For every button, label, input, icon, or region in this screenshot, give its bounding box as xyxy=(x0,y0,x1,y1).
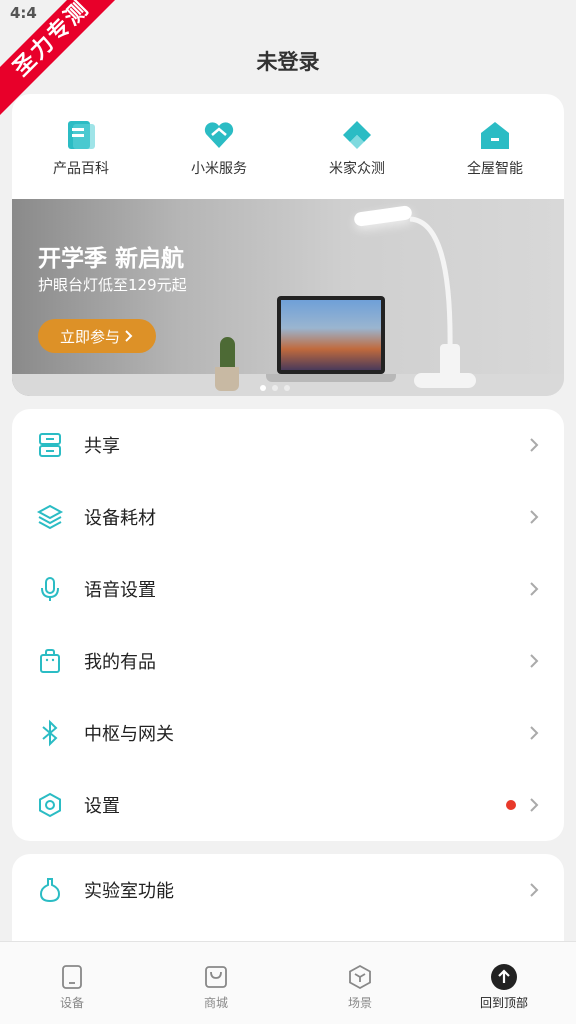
bottom-tab-bar: 设备 商城 场景 回到顶部 xyxy=(0,941,576,1024)
diamond-icon xyxy=(343,121,371,149)
tab-label: 场景 xyxy=(347,996,372,1010)
menu-item-label: 中枢与网关 xyxy=(84,724,174,745)
join-now-label: 立即参与 xyxy=(59,327,120,346)
heart-icon xyxy=(204,122,234,148)
chevron-right-icon xyxy=(530,726,539,740)
menu-item-consumables[interactable]: 设备耗材 xyxy=(12,481,564,553)
menu-item-share[interactable]: 共享 xyxy=(12,409,564,481)
status-time: 4:4 xyxy=(10,4,37,22)
laptop-base-image xyxy=(266,374,396,382)
menu-item-label: 设置 xyxy=(84,796,120,817)
settings-hexagon-icon xyxy=(39,792,61,818)
quick-link-label: 小米服务 xyxy=(191,161,247,177)
home-icon xyxy=(481,122,509,149)
plant-pot-image xyxy=(215,367,239,391)
quick-link-product-wiki[interactable]: 产品百科 xyxy=(12,118,150,199)
quick-link-mijia-test[interactable]: 米家众测 xyxy=(288,118,426,199)
chevron-right-icon xyxy=(530,654,539,668)
quick-link-label: 产品百科 xyxy=(53,161,109,177)
tab-store[interactable]: 商城 xyxy=(144,942,288,1024)
cube-icon xyxy=(349,964,371,990)
menu-item-voice-settings[interactable]: 语音设置 xyxy=(12,553,564,625)
menu-item-hub-gateway[interactable]: 中枢与网关 xyxy=(12,697,564,769)
notification-badge xyxy=(506,800,516,810)
layers-icon xyxy=(36,504,64,530)
bluetooth-icon xyxy=(42,719,58,747)
lamp-base-image xyxy=(414,373,476,388)
tab-back-to-top[interactable]: 回到顶部 xyxy=(432,942,576,1024)
tab-scenes[interactable]: 场景 xyxy=(288,942,432,1024)
tab-label: 设备 xyxy=(59,996,84,1010)
menu-item-youpin[interactable]: 我的有品 xyxy=(12,625,564,697)
quick-link-mi-service[interactable]: 小米服务 xyxy=(150,118,288,199)
top-card: 产品百科 小米服务 米家众测 全屋智能 开学季 新启航 护眼台灯低至129元起 … xyxy=(12,94,564,396)
carousel-dot[interactable] xyxy=(284,385,290,391)
chevron-right-icon xyxy=(530,510,539,524)
flask-icon xyxy=(39,878,61,903)
quick-links: 产品百科 小米服务 米家众测 全屋智能 xyxy=(12,94,564,199)
promo-banner[interactable]: 开学季 新启航 护眼台灯低至129元起 立即参与 xyxy=(12,199,564,396)
menu-item-lab-features[interactable]: 实验室功能 xyxy=(12,854,564,926)
join-now-button[interactable]: 立即参与 xyxy=(38,319,156,353)
tab-label: 回到顶部 xyxy=(479,996,528,1010)
menu-item-label: 我的有品 xyxy=(84,652,156,673)
page-title[interactable]: 未登录 xyxy=(0,46,576,76)
shopping-bag-icon xyxy=(40,649,60,673)
chevron-right-icon xyxy=(530,582,539,596)
quick-link-label: 全屋智能 xyxy=(467,161,523,177)
tab-label: 商城 xyxy=(203,996,228,1010)
menu-item-label: 共享 xyxy=(84,436,120,457)
carousel-dots xyxy=(260,385,290,391)
microphone-icon xyxy=(41,577,59,601)
cactus-image xyxy=(220,337,235,369)
chevron-right-icon xyxy=(125,330,133,342)
chevron-right-icon xyxy=(530,883,539,897)
menu-item-label: 设备耗材 xyxy=(84,508,156,529)
quick-link-smart-home[interactable]: 全屋智能 xyxy=(426,118,564,199)
book-icon xyxy=(68,121,95,149)
tab-devices[interactable]: 设备 xyxy=(0,942,144,1024)
menu-item-settings[interactable]: 设置 xyxy=(12,769,564,841)
carousel-dot[interactable] xyxy=(260,385,266,391)
store-icon xyxy=(205,966,227,988)
lamp-arm-image xyxy=(409,216,453,352)
banner-title: 开学季 新启航 xyxy=(38,246,185,272)
carousel-dot[interactable] xyxy=(272,385,278,391)
menu-item-label: 实验室功能 xyxy=(84,881,174,902)
menu-card: 共享 设备耗材 语音设置 我的有品 中枢与网关 设置 xyxy=(12,409,564,841)
quick-link-label: 米家众测 xyxy=(329,161,385,177)
banner-subtitle: 护眼台灯低至129元起 xyxy=(38,276,187,294)
chevron-right-icon xyxy=(530,798,539,812)
chevron-right-icon xyxy=(530,438,539,452)
arrow-up-icon xyxy=(491,964,517,990)
device-icon xyxy=(62,965,82,989)
share-icon xyxy=(39,433,61,457)
laptop-image xyxy=(277,296,385,374)
menu-item-label: 语音设置 xyxy=(84,580,156,601)
